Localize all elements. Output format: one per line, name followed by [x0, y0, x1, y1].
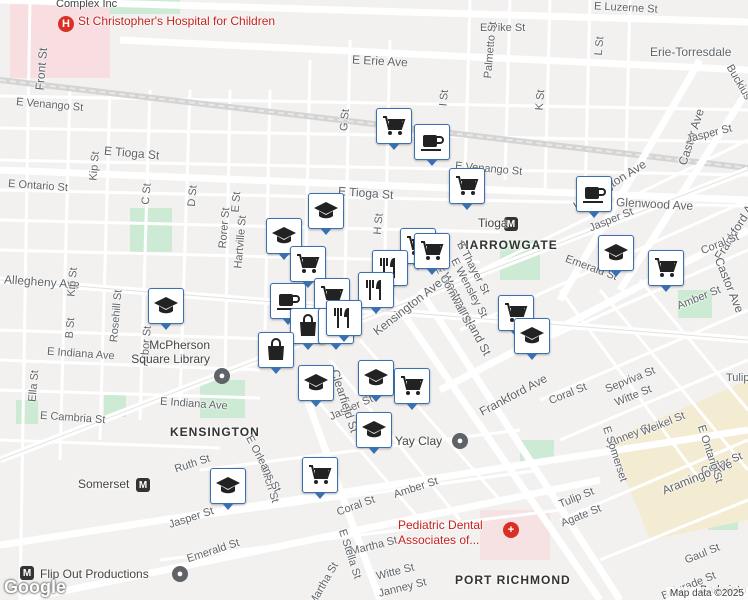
school-marker[interactable] [598, 235, 634, 277]
restaurant-marker[interactable] [326, 300, 362, 342]
street-label: K St [533, 89, 548, 111]
google-logo: Google [4, 577, 66, 597]
poi-dental-line2[interactable]: Associates of... [398, 533, 479, 547]
restaurant-icon [366, 280, 381, 300]
school-marker[interactable] [308, 193, 344, 235]
school-icon [154, 297, 178, 314]
school-icon [314, 202, 338, 219]
cart-marker[interactable] [648, 250, 684, 292]
street-label: Erie-Torresdale [650, 45, 732, 59]
cart-icon [655, 258, 678, 277]
school-icon [362, 421, 386, 438]
cart-marker[interactable] [449, 168, 485, 210]
poi-hospital[interactable]: St Christopher's Hospital for Children [78, 14, 275, 28]
cart-marker[interactable] [290, 246, 326, 288]
street-label: B St [63, 317, 78, 339]
map-attribution: Map data ©2025 [665, 587, 748, 600]
coffee-icon [583, 187, 606, 203]
cart-icon [456, 176, 479, 195]
school-icon [304, 374, 328, 391]
street-label: Tulip St [726, 372, 748, 384]
cart-marker[interactable] [302, 457, 338, 499]
hospital-icon[interactable]: H [58, 16, 74, 32]
street-label: C St [139, 182, 154, 206]
station-somerset[interactable]: Somerset [78, 477, 129, 491]
school-marker[interactable] [298, 365, 334, 407]
bag-icon [268, 338, 284, 360]
coffee-marker[interactable] [414, 124, 450, 166]
street-label: D St [185, 184, 200, 208]
venue-icon[interactable]: ● [172, 566, 188, 582]
cart-icon [383, 116, 406, 135]
cart-icon [401, 376, 424, 395]
street-label: I St [437, 89, 451, 107]
school-icon [604, 244, 628, 261]
street-label: G St [338, 108, 352, 132]
poi-complex[interactable]: Complex Inc [56, 0, 117, 10]
school-marker[interactable] [358, 360, 394, 402]
bag-marker[interactable] [258, 332, 294, 374]
street-label: Kip St [87, 150, 102, 182]
cart-marker[interactable] [394, 368, 430, 410]
map-canvas[interactable]: HARROWGATE KENSINGTON PORT RICHMOND E Lu… [0, 0, 748, 600]
poi-dental-line1[interactable]: Pediatric Dental [398, 518, 483, 532]
subway-station-icon[interactable]: M [136, 478, 150, 492]
cart-icon [309, 465, 332, 484]
school-icon [520, 327, 544, 344]
station-tioga[interactable]: Tioga [478, 216, 508, 230]
cart-marker[interactable] [376, 108, 412, 150]
cart-icon [421, 241, 444, 260]
school-icon [364, 369, 388, 386]
school-marker[interactable] [514, 318, 550, 360]
cart-icon [297, 254, 320, 273]
school-icon [216, 477, 240, 494]
street-label: L St [592, 35, 607, 57]
cart-marker[interactable] [414, 233, 450, 275]
area-label: PORT RICHMOND [455, 573, 571, 587]
coffee-marker[interactable] [576, 176, 612, 218]
library-icon[interactable]: ● [214, 368, 230, 384]
school-marker[interactable] [356, 412, 392, 454]
restaurant-marker[interactable] [358, 272, 394, 314]
street-label: Kip St [65, 266, 80, 298]
street-label: H St [371, 212, 386, 236]
pottery-icon[interactable]: ● [452, 433, 468, 449]
medical-icon[interactable]: + [503, 522, 519, 538]
area-label: HARROWGATE [460, 238, 558, 252]
coffee-icon [421, 135, 444, 151]
poi-library[interactable]: McPherson Square Library [110, 338, 210, 366]
restaurant-icon [334, 308, 349, 328]
poi-yay-clay[interactable]: Yay Clay [395, 434, 442, 448]
school-marker[interactable] [148, 288, 184, 330]
school-marker[interactable] [210, 468, 246, 510]
street-label: E Erie Ave [351, 52, 409, 70]
